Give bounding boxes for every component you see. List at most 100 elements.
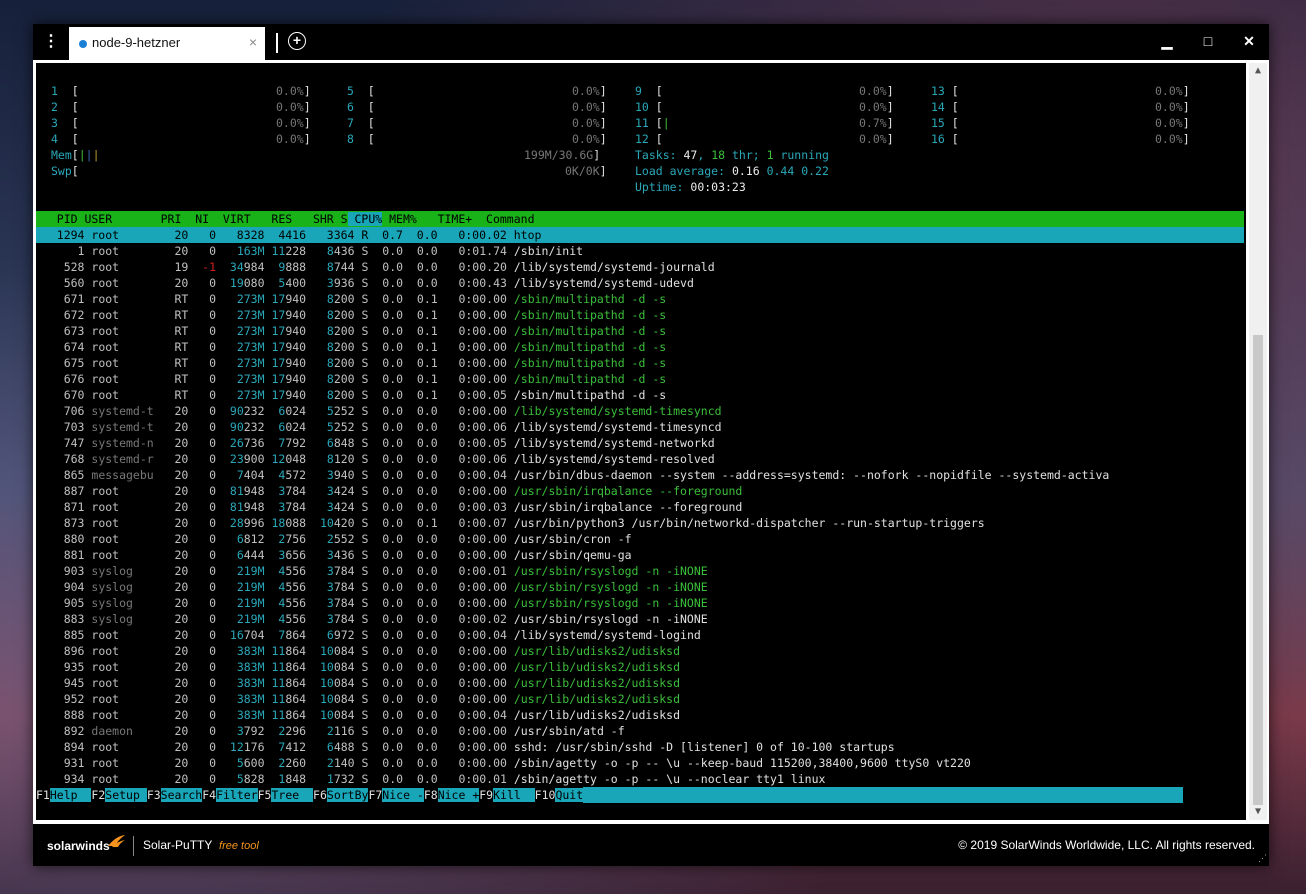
stats: S 0.0 0.0 0:00.03 [354, 500, 514, 514]
term-text: [ [71, 84, 79, 98]
command: /sbin/agetty -o -p -- \u --keep-baud 115… [513, 756, 971, 770]
fkey-label[interactable]: Nice - [382, 788, 424, 802]
user: root [91, 628, 154, 642]
nice: 0 [188, 740, 217, 754]
process-row[interactable]: 1 root 20 0 163M 11228 8436 S 0.0 0.0 0:… [36, 243, 584, 259]
fkey-label[interactable]: Help [49, 788, 92, 802]
process-row[interactable]: 673 root RT 0 273M 17940 8200 S 0.0 0.1 … [36, 323, 666, 339]
term-text: [ [655, 84, 663, 98]
process-row[interactable]: 934 root 20 0 5828 1848 1732 S 0.0 0.0 0… [36, 771, 826, 787]
minimize-button[interactable]: ▁ [1155, 30, 1179, 52]
terminal-scrollbar[interactable]: ▲ ▼ [1249, 63, 1267, 820]
fkey-f1[interactable]: F1 [36, 788, 50, 802]
num-thousands: 5 [326, 404, 334, 418]
user: syslog [91, 596, 154, 610]
process-row[interactable]: 871 root 20 0 81948 3784 3424 S 0.0 0.0 … [36, 499, 743, 515]
resize-grip-icon[interactable]: ⋰ [1258, 854, 1267, 864]
process-row[interactable]: 676 root RT 0 273M 17940 8200 S 0.0 0.1 … [36, 371, 666, 387]
process-row[interactable]: 1294 root 20 0 8328 4416 3364 R 0.7 0.0 … [36, 227, 1244, 243]
process-row[interactable]: 904 syslog 20 0 219M 4556 3784 S 0.0 0.0… [36, 579, 708, 595]
process-row[interactable]: 528 root 19 -1 34984 9888 8744 S 0.0 0.0… [36, 259, 715, 275]
num-units: 260 [285, 756, 307, 770]
threads-count: 18 [711, 148, 726, 162]
term-text: [ [367, 132, 375, 146]
process-row[interactable]: 706 systemd-t 20 0 90232 6024 5252 S 0.0… [36, 403, 722, 419]
term-text [216, 628, 230, 642]
scroll-up-icon[interactable]: ▲ [1249, 63, 1267, 79]
add-tab-icon[interactable]: + [288, 32, 306, 50]
process-row[interactable]: 883 syslog 20 0 219M 4556 3784 S 0.0 0.0… [36, 611, 708, 627]
process-row[interactable]: 671 root RT 0 273M 17940 8200 S 0.0 0.1 … [36, 291, 666, 307]
tab-close-icon[interactable]: × [249, 34, 257, 50]
fkey-f8[interactable]: F8 [424, 788, 438, 802]
process-row[interactable]: 887 root 20 0 81948 3784 3424 S 0.0 0.0 … [36, 483, 743, 499]
close-button[interactable]: ✕ [1237, 30, 1261, 52]
scroll-down-icon[interactable]: ▼ [1249, 804, 1267, 820]
command: /usr/lib/udisks2/udisksd [513, 644, 681, 658]
user: root [91, 484, 154, 498]
process-row[interactable]: 905 syslog 20 0 219M 4556 3784 S 0.0 0.0… [36, 595, 708, 611]
term-text [216, 708, 237, 722]
num-units: 940 [285, 308, 307, 322]
cpu-meter-value: 0.0%] [1155, 99, 1190, 115]
num-units: 488 [333, 740, 355, 754]
term-text: [ [367, 116, 375, 130]
fkey-label[interactable]: Search [160, 788, 203, 802]
term-text [265, 628, 279, 642]
process-row[interactable]: 896 root 20 0 383M 11864 10084 S 0.0 0.0… [36, 643, 680, 659]
term-text [306, 660, 320, 674]
cpu-percent: 0.0% [276, 100, 304, 114]
terminal[interactable]: 1 [0.0%] 5 [0.0%] 9 [0.0%] 13 [0.0%] 2 [0.0%… [36, 63, 1246, 820]
process-row[interactable]: 873 root 20 0 28996 18088 10420 S 0.0 0.… [36, 515, 985, 531]
process-row[interactable]: 674 root RT 0 273M 17940 8200 S 0.0 0.1 … [36, 339, 666, 355]
process-row[interactable]: 675 root RT 0 273M 17940 8200 S 0.0 0.1 … [36, 355, 666, 371]
fkey-label[interactable]: Kill [493, 788, 535, 802]
process-row[interactable]: 747 systemd-n 20 0 26736 7792 6848 S 0.0… [36, 435, 715, 451]
process-row[interactable]: 945 root 20 0 383M 11864 10084 S 0.0 0.0… [36, 675, 680, 691]
tab-session[interactable]: node-9-hetzner × [69, 27, 265, 60]
process-row[interactable]: 768 systemd-r 20 0 23900 12048 8120 S 0.… [36, 451, 715, 467]
user: systemd-n [91, 436, 154, 450]
pid: 768 [36, 452, 92, 466]
process-row[interactable]: 903 syslog 20 0 219M 4556 3784 S 0.0 0.0… [36, 563, 708, 579]
process-row[interactable]: 885 root 20 0 16704 7864 6972 S 0.0 0.0 … [36, 627, 701, 643]
pid: 945 [36, 676, 92, 690]
fkey-f9[interactable]: F9 [479, 788, 493, 802]
fkey-f7[interactable]: F7 [368, 788, 382, 802]
process-row[interactable]: 888 root 20 0 383M 11864 10084 S 0.0 0.0… [36, 707, 680, 723]
fkey-label[interactable]: Tree [271, 788, 314, 802]
fkey-label[interactable]: Nice + [437, 788, 480, 802]
process-row[interactable]: 560 root 20 0 19080 5400 3936 S 0.0 0.0 … [36, 275, 694, 291]
fkey-label[interactable]: Setup [105, 788, 147, 802]
maximize-button[interactable]: □ [1196, 30, 1220, 52]
fkey-label[interactable]: Quit [555, 788, 584, 802]
command: /usr/lib/udisks2/udisksd [513, 660, 681, 674]
scroll-thumb[interactable] [1253, 335, 1263, 805]
process-row[interactable]: 892 daemon 20 0 3792 2296 2116 S 0.0 0.0… [36, 723, 625, 739]
term-text [306, 468, 327, 482]
process-row[interactable]: 935 root 20 0 383M 11864 10084 S 0.0 0.0… [36, 659, 680, 675]
process-row[interactable]: 672 root RT 0 273M 17940 8200 S 0.0 0.1 … [36, 307, 666, 323]
fkey-f6[interactable]: F6 [313, 788, 327, 802]
process-row[interactable]: 931 root 20 0 5600 2260 2140 S 0.0 0.0 0… [36, 755, 971, 771]
process-row[interactable]: 703 systemd-t 20 0 90232 6024 5252 S 0.0… [36, 419, 722, 435]
process-row[interactable]: 865 messagebu 20 0 7404 4572 3940 S 0.0 … [36, 467, 1110, 483]
fkey-f3[interactable]: F3 [147, 788, 161, 802]
process-row[interactable]: 894 root 20 0 12176 7412 6488 S 0.0 0.0 … [36, 739, 895, 755]
fkey-f4[interactable]: F4 [202, 788, 216, 802]
fkey-f10[interactable]: F10 [535, 788, 556, 802]
pid: 883 [36, 612, 92, 626]
process-row[interactable]: 881 root 20 0 6444 3656 3436 S 0.0 0.0 0… [36, 547, 632, 563]
menu-dots-icon[interactable]: ⋮ [43, 33, 59, 51]
num-thousands: 8 [326, 340, 334, 354]
term-text: ] [886, 84, 894, 98]
process-row[interactable]: 952 root 20 0 383M 11864 10084 S 0.0 0.0… [36, 691, 680, 707]
term-text [265, 548, 279, 562]
num-units: 656 [285, 548, 307, 562]
fkey-f5[interactable]: F5 [258, 788, 272, 802]
process-row[interactable]: 670 root RT 0 273M 17940 8200 S 0.0 0.1 … [36, 387, 666, 403]
fkey-label[interactable]: Filter [216, 788, 258, 802]
process-row[interactable]: 880 root 20 0 6812 2756 2552 S 0.0 0.0 0… [36, 531, 632, 547]
fkey-f2[interactable]: F2 [91, 788, 105, 802]
fkey-label[interactable]: SortBy [326, 788, 369, 802]
